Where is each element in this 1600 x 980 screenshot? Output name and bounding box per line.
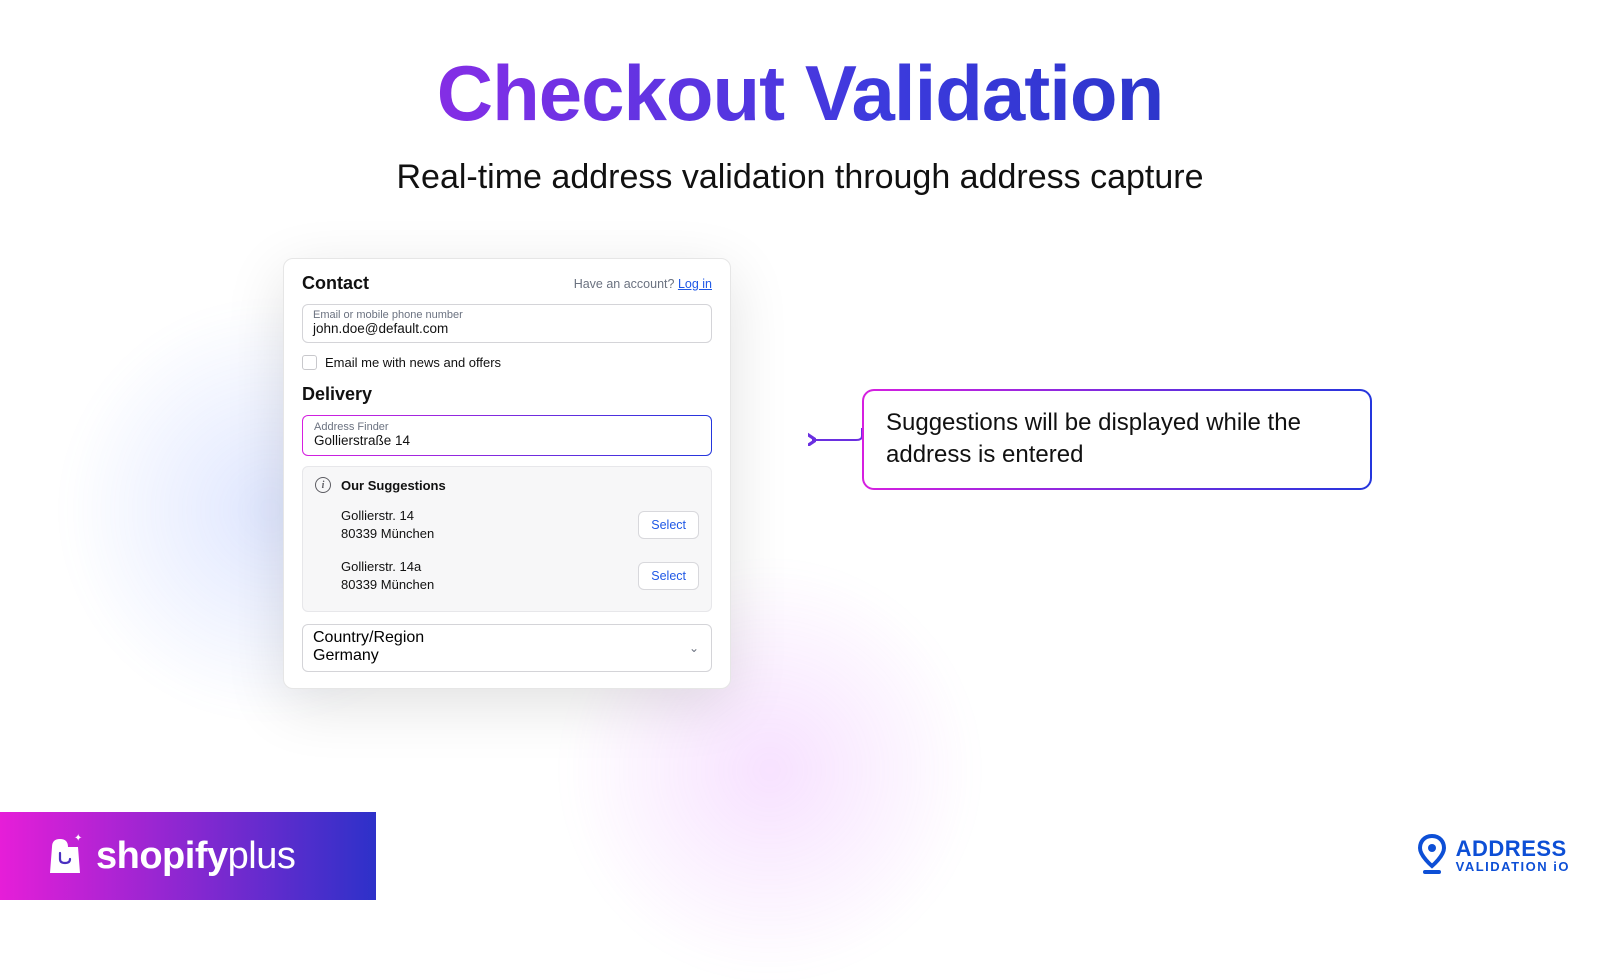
hero-subtitle: Real-time address validation through add… [0,158,1600,197]
info-icon: i [315,477,331,493]
suggestions-panel: i Our Suggestions Gollierstr. 14 80339 M… [302,466,712,612]
pin-icon [1418,834,1446,876]
suggestion-item: Gollierstr. 14a 80339 München Select [315,550,699,601]
country-value: Germany [313,647,701,665]
newsletter-label: Email me with news and offers [325,355,501,370]
login-link[interactable]: Log in [678,277,712,291]
callout-arrow-icon [808,426,864,446]
suggestion-line2: 80339 München [341,576,434,594]
have-account-text: Have an account? Log in [574,277,712,291]
callout-bubble: Suggestions will be displayed while the … [862,389,1372,490]
hero-title: Checkout Validation [0,48,1600,139]
email-field[interactable]: Email or mobile phone number john.doe@de… [302,304,712,343]
address-finder-label: Address Finder [314,421,700,433]
callout-text: Suggestions will be displayed while the … [886,409,1301,468]
email-field-value: john.doe@default.com [313,321,701,336]
chevron-down-icon: ⌄ [689,641,699,655]
contact-heading: Contact [302,273,369,294]
suggestion-line2: 80339 München [341,525,434,543]
shopify-bag-icon: ✦ [48,837,82,875]
country-select[interactable]: Country/Region Germany ⌄ [302,624,712,672]
delivery-heading: Delivery [302,384,712,405]
newsletter-checkbox[interactable] [302,355,317,370]
avio-line1: ADDRESS [1456,838,1570,860]
suggestions-heading: Our Suggestions [341,478,446,493]
select-suggestion-button[interactable]: Select [638,511,699,539]
checkout-card: Contact Have an account? Log in Email or… [283,258,731,689]
select-suggestion-button[interactable]: Select [638,562,699,590]
suggestion-line1: Gollierstr. 14a [341,558,434,576]
shopify-plus-text: shopifyplus [96,835,295,878]
suggestion-line1: Gollierstr. 14 [341,507,434,525]
address-validation-io-logo: ADDRESS VALIDATION iO [1418,834,1570,876]
address-finder-field[interactable]: Address Finder Gollierstraße 14 [302,415,712,456]
shopify-plus-badge: ✦ shopifyplus [0,812,376,900]
country-label: Country/Region [313,629,701,647]
email-field-label: Email or mobile phone number [313,309,701,321]
address-finder-value: Gollierstraße 14 [314,433,700,448]
avio-line2: VALIDATION iO [1456,860,1570,873]
suggestion-item: Gollierstr. 14 80339 München Select [315,499,699,550]
